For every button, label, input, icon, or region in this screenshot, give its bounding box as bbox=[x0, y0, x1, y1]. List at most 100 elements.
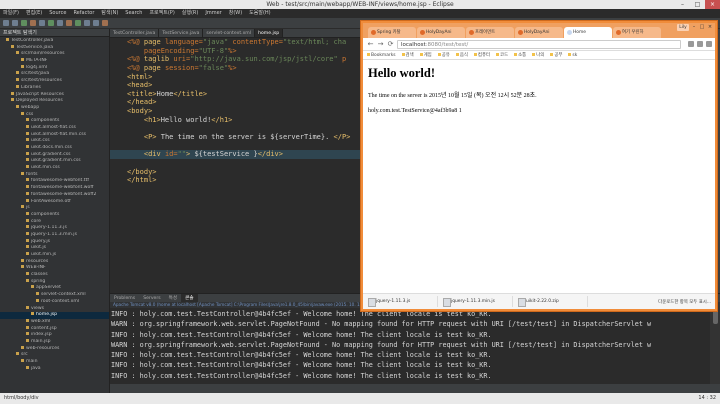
browser-tab[interactable]: Spring 카탈 bbox=[368, 27, 416, 38]
open-type-icon[interactable] bbox=[75, 20, 81, 26]
debug-icon[interactable] bbox=[30, 20, 36, 26]
menu-refactor[interactable]: Refactor bbox=[73, 9, 94, 18]
reload-icon[interactable]: ⟳ bbox=[387, 40, 394, 48]
extension-icon[interactable] bbox=[697, 41, 703, 47]
tree-item[interactable]: FontAwesome.otf bbox=[0, 199, 109, 206]
bookmark-item[interactable]: 소통 bbox=[514, 52, 526, 58]
show-all-downloads-link[interactable]: 다운로드한 항목 모두 표시... bbox=[658, 299, 715, 305]
bookmark-item[interactable]: 검색 bbox=[402, 52, 414, 58]
bottom-tab[interactable]: 특성 bbox=[165, 294, 181, 302]
editor-tab[interactable]: TestController.java bbox=[110, 29, 160, 37]
tree-item[interactable]: jquery.js bbox=[0, 239, 109, 246]
bottom-tab[interactable]: 콘솔 bbox=[181, 294, 198, 302]
address-bar[interactable]: localhost:8080/test/test/ bbox=[397, 39, 681, 49]
editor-tab[interactable]: servlet-context.xml bbox=[203, 29, 256, 37]
tree-item[interactable]: src/test/java bbox=[0, 71, 109, 78]
star-icon[interactable] bbox=[688, 41, 694, 47]
browser-tab[interactable]: Home bbox=[564, 27, 612, 38]
minimize-icon[interactable]: – bbox=[675, 0, 690, 9]
tree-item[interactable]: log4j.xml bbox=[0, 65, 109, 72]
tree-item[interactable]: content.jsp bbox=[0, 326, 109, 333]
tree-item[interactable]: WEB-INF bbox=[0, 265, 109, 272]
new-icon[interactable] bbox=[3, 20, 9, 26]
bookmark-item[interactable]: 나의 bbox=[532, 52, 544, 58]
save-icon[interactable] bbox=[12, 20, 18, 26]
forward-icon[interactable] bbox=[93, 20, 99, 26]
maximize-icon[interactable]: □ bbox=[690, 0, 705, 9]
tree-item[interactable]: main bbox=[0, 359, 109, 366]
menu-edit[interactable]: 편집(E) bbox=[26, 9, 42, 18]
tree-item[interactable]: resources bbox=[0, 259, 109, 266]
tree-item[interactable]: uikit.js bbox=[0, 245, 109, 252]
browser-tab[interactable]: 여기 우린하 bbox=[613, 27, 661, 38]
bookmark-item[interactable]: Bookmarks bbox=[367, 53, 396, 58]
tree-item[interactable]: META-INF bbox=[0, 58, 109, 65]
tree-item[interactable]: fonts bbox=[0, 172, 109, 179]
tree-item[interactable]: uikit.css bbox=[0, 138, 109, 145]
download-item[interactable]: uikit-2.22.0.zip bbox=[516, 296, 588, 307]
forward-arrow-icon[interactable]: → bbox=[377, 40, 384, 48]
console-output[interactable]: INFO : holy.com.test.TestController@4b4f… bbox=[110, 308, 710, 384]
code-editor[interactable]: <%@ page language="java" contentType="te… bbox=[110, 38, 372, 293]
menu-search[interactable]: Search bbox=[125, 9, 142, 18]
tree-item[interactable]: uikit.min.css bbox=[0, 165, 109, 172]
tree-item[interactable]: jquery-1.11.3.min.js bbox=[0, 232, 109, 239]
bookmark-item[interactable]: 공유 bbox=[438, 52, 450, 58]
bookmark-item[interactable]: 코드 bbox=[496, 52, 508, 58]
menu-navigate[interactable]: 탐색(N) bbox=[101, 9, 118, 18]
tree-item[interactable]: appServlet bbox=[0, 285, 109, 292]
back-icon[interactable] bbox=[84, 20, 90, 26]
tree-item[interactable]: index.jsp bbox=[0, 332, 109, 339]
tree-item[interactable]: src/main/resources bbox=[0, 51, 109, 58]
browser-tab[interactable]: 프레이먼트 bbox=[466, 27, 514, 38]
bottom-tab[interactable]: Problems bbox=[110, 294, 139, 302]
tree-item[interactable]: fontawesome-webfont.woff2 bbox=[0, 192, 109, 199]
tree-item[interactable]: classes bbox=[0, 272, 109, 279]
browser-minimize-icon[interactable]: – bbox=[690, 23, 698, 31]
tree-item[interactable]: uikit.min.js bbox=[0, 252, 109, 259]
browser-tab[interactable]: HolyDayAni bbox=[417, 27, 465, 38]
browser-tab[interactable]: HolyDayAni bbox=[515, 27, 563, 38]
perspective-icon[interactable] bbox=[102, 20, 108, 26]
run-icon[interactable] bbox=[21, 20, 27, 26]
tree-item[interactable]: fontawesome-webfont.ttf bbox=[0, 178, 109, 185]
tree-item[interactable]: root-context.xml bbox=[0, 299, 109, 306]
menu-project[interactable]: 프로젝트(P) bbox=[149, 9, 174, 18]
browser-close-icon[interactable]: × bbox=[706, 23, 714, 31]
menu-help[interactable]: 도움말(H) bbox=[249, 9, 270, 18]
tree-item[interactable]: web.xml bbox=[0, 319, 109, 326]
tree-item[interactable]: home.jsp bbox=[0, 312, 109, 319]
bookmark-item[interactable]: sk bbox=[568, 53, 577, 58]
tree-item[interactable]: core bbox=[0, 219, 109, 226]
tree-item[interactable]: uikit.almost-flat.min.css bbox=[0, 132, 109, 139]
tree-item[interactable]: TestController.java bbox=[0, 38, 109, 45]
tree-item[interactable]: webapp bbox=[0, 105, 109, 112]
tree-item[interactable]: css bbox=[0, 112, 109, 119]
menu-window[interactable]: 창(W) bbox=[229, 9, 242, 18]
menu-jmmer[interactable]: Jmmer bbox=[205, 9, 221, 18]
console-scrollbar[interactable] bbox=[710, 308, 720, 384]
explorer-tab[interactable]: 프로젝트 탐색기 bbox=[0, 29, 109, 37]
tree-item[interactable]: Deployed Resources bbox=[0, 98, 109, 105]
editor-tab[interactable]: TestService.java bbox=[159, 29, 204, 37]
tree-item[interactable]: uikit.docs.min.css bbox=[0, 145, 109, 152]
tree-item[interactable]: views bbox=[0, 306, 109, 313]
browser-user-badge[interactable]: Lily bbox=[677, 24, 689, 31]
editor-tab[interactable]: home.jsp bbox=[255, 29, 284, 37]
tree-item[interactable]: components bbox=[0, 212, 109, 219]
tree-item[interactable]: js bbox=[0, 205, 109, 212]
tree-item[interactable]: spring bbox=[0, 279, 109, 286]
browser-maximize-icon[interactable]: □ bbox=[698, 23, 706, 31]
tree-item[interactable]: components bbox=[0, 118, 109, 125]
tree-item[interactable]: src/test/resources bbox=[0, 78, 109, 85]
bottom-tab[interactable]: Servers bbox=[139, 294, 164, 302]
bookmark-item[interactable]: 공부 bbox=[550, 52, 562, 58]
back-arrow-icon[interactable]: ← bbox=[367, 40, 374, 48]
tree-item[interactable]: fontawesome-webfont.woff bbox=[0, 185, 109, 192]
tree-item[interactable]: web-resources bbox=[0, 346, 109, 353]
bookmark-item[interactable]: 음식 bbox=[456, 52, 468, 58]
tree-item[interactable]: java bbox=[0, 366, 109, 373]
tree-item[interactable]: jquery-1.11.3.js bbox=[0, 225, 109, 232]
bookmark-item[interactable]: 컴퓨터 bbox=[474, 52, 490, 58]
tree-item[interactable]: uikit.gradient.css bbox=[0, 152, 109, 159]
